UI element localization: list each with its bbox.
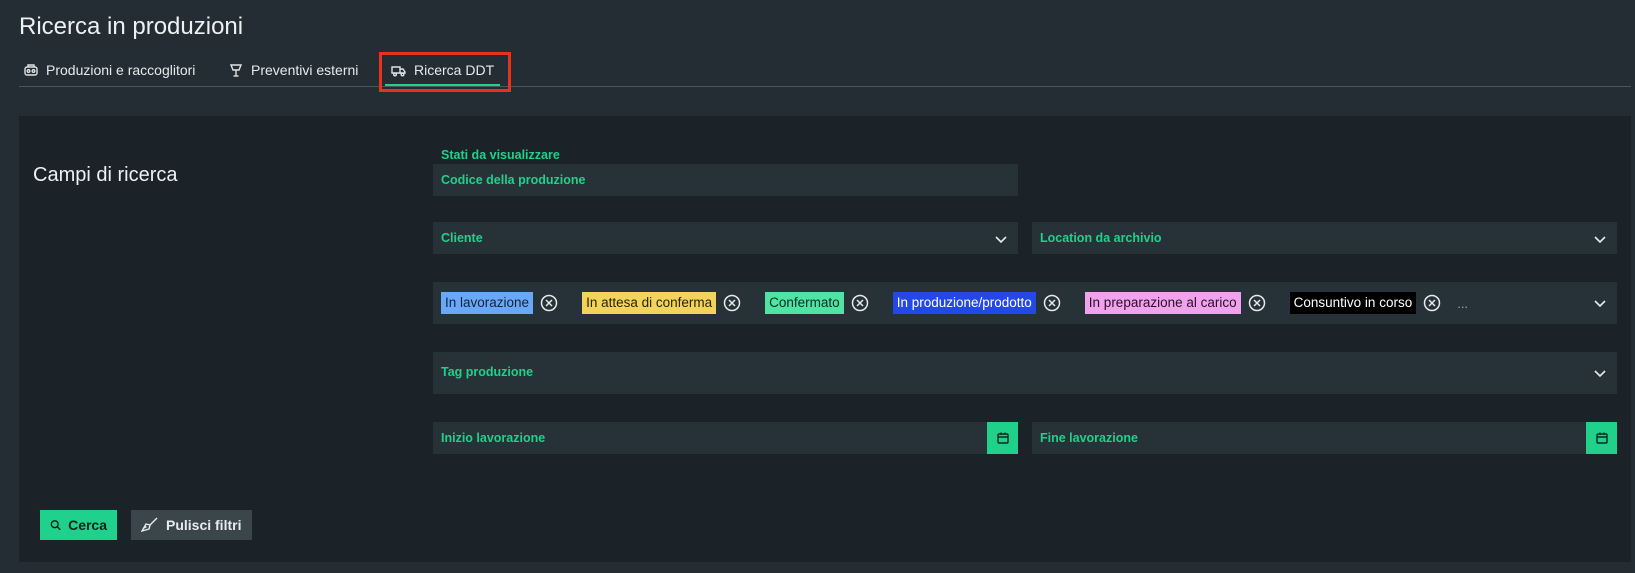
state-chip: In preparazione al carico xyxy=(1084,292,1266,314)
client-select[interactable]: Cliente xyxy=(433,222,1018,254)
remove-chip-icon[interactable] xyxy=(540,294,558,312)
state-chip: In produzione/prodotto xyxy=(892,292,1061,314)
start-date-label: Inizio lavorazione xyxy=(441,431,546,445)
productions-icon xyxy=(24,64,38,76)
state-chip: In attesa di conferma xyxy=(582,292,741,314)
client-label: Cliente xyxy=(441,231,483,245)
search-button[interactable]: Cerca xyxy=(40,510,117,540)
production-code-label: Codice della produzione xyxy=(441,173,586,187)
calendar-icon xyxy=(996,432,1009,444)
remove-chip-icon[interactable] xyxy=(723,294,741,312)
archive-location-select[interactable]: Location da archivio xyxy=(1032,222,1617,254)
page-title: Ricerca in produzioni xyxy=(19,13,244,40)
remove-chip-icon[interactable] xyxy=(851,294,869,312)
clear-filters-label: Pulisci filtri xyxy=(166,517,242,533)
state-chip-label: In attesa di conferma xyxy=(582,292,717,314)
highlight-box xyxy=(379,52,511,92)
broom-icon xyxy=(141,517,158,533)
archive-location-label: Location da archivio xyxy=(1040,231,1162,245)
chevron-down-icon xyxy=(995,236,1007,244)
chevron-down-icon xyxy=(1594,300,1606,308)
state-chip-label: In lavorazione xyxy=(441,292,534,314)
search-icon xyxy=(50,520,61,531)
end-date-field[interactable]: Fine lavorazione xyxy=(1032,422,1617,454)
search-button-label: Cerca xyxy=(68,517,107,533)
section-title: Campi di ricerca xyxy=(33,164,178,186)
states-label: Stati da visualizzare xyxy=(441,148,560,162)
clear-filters-button[interactable]: Pulisci filtri xyxy=(131,510,252,540)
tab-external-quotes-label: Preventivi esterni xyxy=(251,62,359,78)
state-chip-label: Consuntivo in corso xyxy=(1289,292,1417,314)
state-chip: In lavorazione xyxy=(441,292,558,314)
state-chips: In lavorazione In attesa di conferma Con… xyxy=(441,292,1468,314)
state-chip-label: In produzione/prodotto xyxy=(892,292,1036,314)
start-date-field[interactable]: Inizio lavorazione xyxy=(433,422,1018,454)
state-chip: Consuntivo in corso xyxy=(1289,292,1442,314)
production-tag-select[interactable]: Tag produzione xyxy=(433,352,1617,394)
state-chip: Confermato xyxy=(765,292,869,314)
tab-productions-label: Produzioni e raccoglitori xyxy=(46,62,196,78)
calendar-icon xyxy=(1595,432,1608,444)
state-chip-label: Confermato xyxy=(765,292,844,314)
production-tag-label: Tag produzione xyxy=(441,365,534,379)
states-multiselect[interactable]: In lavorazione In attesa di conferma Con… xyxy=(433,282,1617,324)
tab-productions[interactable]: Produzioni e raccoglitori xyxy=(23,56,195,84)
tab-bar: Produzioni e raccoglitori Preventivi est… xyxy=(19,56,1631,87)
quotes-icon xyxy=(229,64,243,77)
start-date-picker-button[interactable] xyxy=(987,422,1018,454)
more-chips-indicator: ... xyxy=(1457,295,1469,311)
chevron-down-icon xyxy=(1594,370,1606,378)
production-code-field[interactable]: Codice della produzione xyxy=(433,164,1018,196)
tab-external-quotes[interactable]: Preventivi esterni xyxy=(228,56,358,84)
remove-chip-icon[interactable] xyxy=(1043,294,1061,312)
remove-chip-icon[interactable] xyxy=(1423,294,1441,312)
end-date-picker-button[interactable] xyxy=(1586,422,1617,454)
remove-chip-icon[interactable] xyxy=(1248,294,1266,312)
end-date-label: Fine lavorazione xyxy=(1040,431,1138,445)
state-chip-label: In preparazione al carico xyxy=(1084,292,1241,314)
chevron-down-icon xyxy=(1594,236,1606,244)
